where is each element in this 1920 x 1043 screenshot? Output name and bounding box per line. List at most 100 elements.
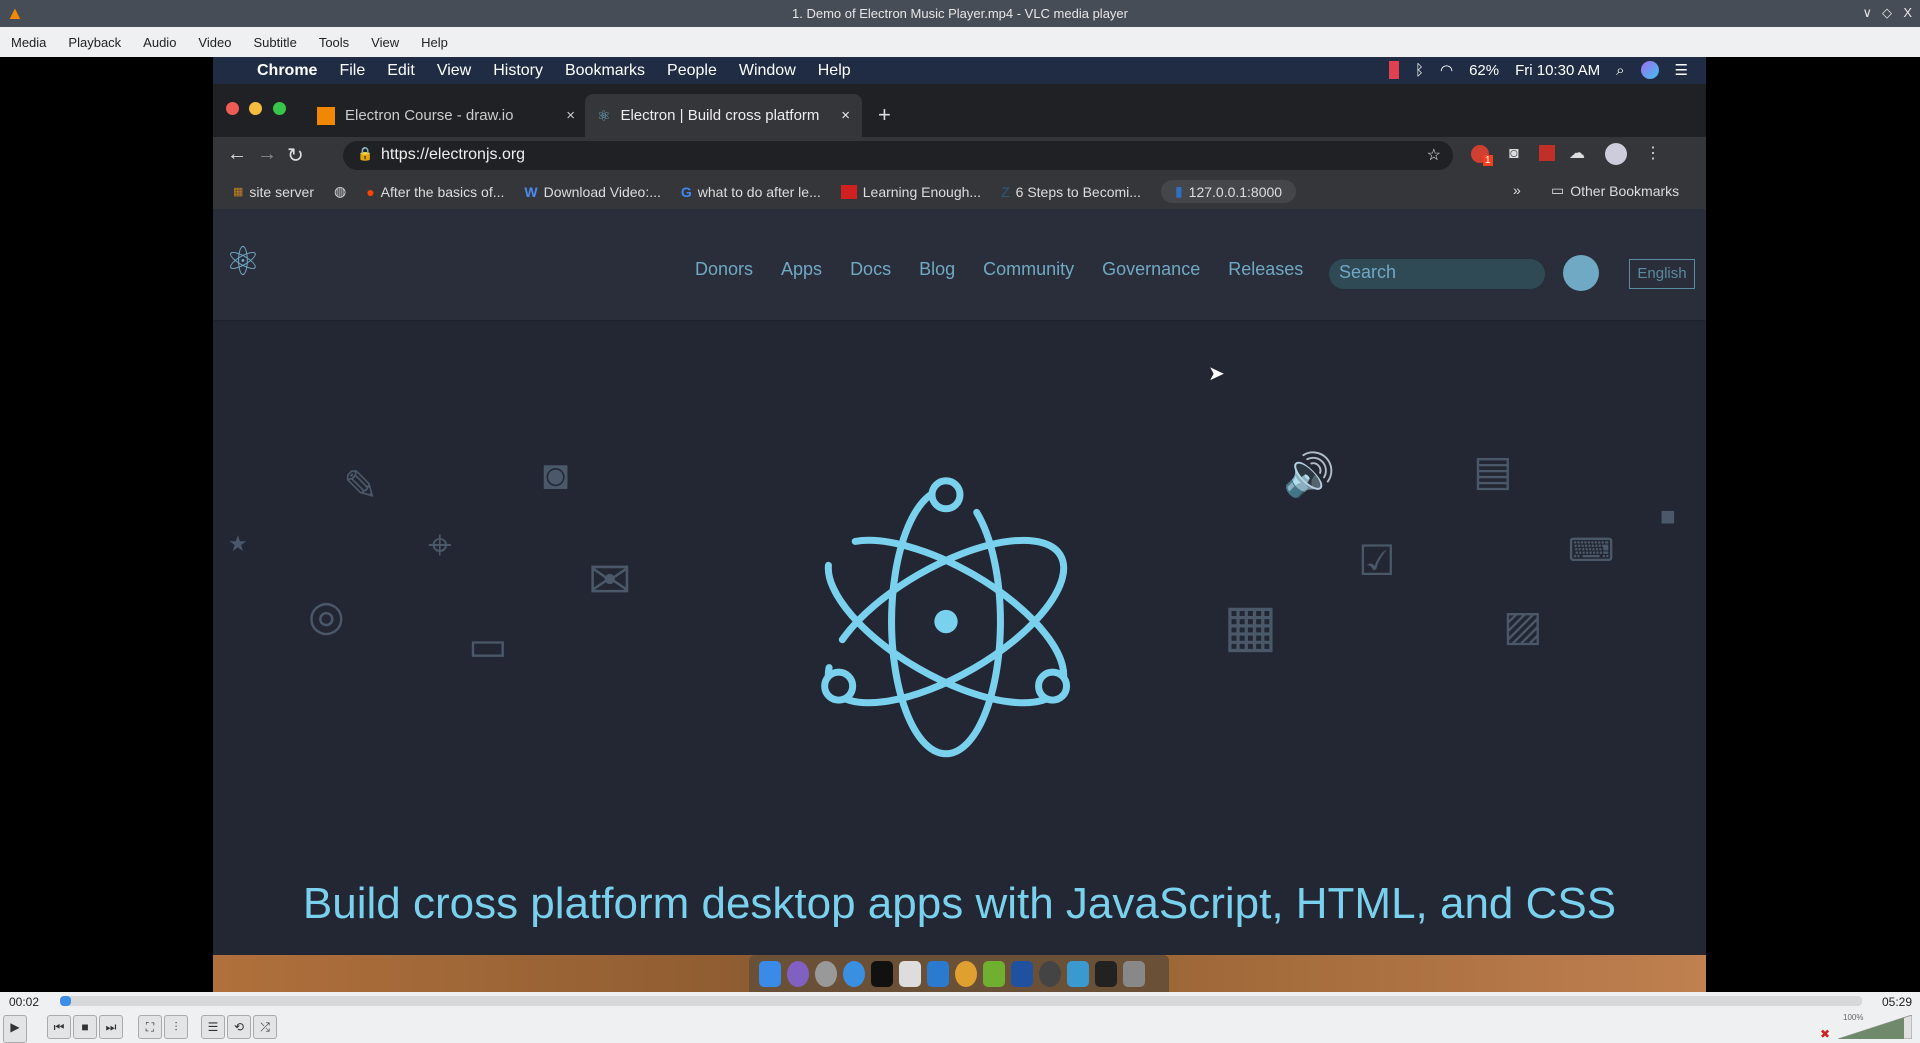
bookmark-label: Learning Enough... <box>862 183 982 200</box>
menu-video[interactable]: Video <box>187 35 242 50</box>
seek-bar[interactable] <box>60 996 1862 1006</box>
python-icon: ▮ <box>1174 183 1183 199</box>
terminal-icon <box>871 960 893 987</box>
globe-icon: ◍ <box>333 183 347 199</box>
w-icon: W <box>524 183 538 200</box>
cloud-extension-icon[interactable]: ☁ <box>1569 143 1585 163</box>
mac-menu-help: Help <box>817 61 851 79</box>
mac-menu-file: File <box>339 61 366 79</box>
window-title: 1. Demo of Electron Music Player.mp4 - V… <box>792 6 1128 21</box>
vscode-icon <box>927 960 949 987</box>
bookmark-star-icon[interactable]: ☆ <box>1427 145 1441 165</box>
playlist-button[interactable]: ☰ <box>201 1015 225 1039</box>
volume-slider[interactable] <box>1838 1015 1912 1039</box>
bookmark[interactable]: ◍ <box>334 183 346 200</box>
nav-blog[interactable]: Blog <box>919 259 955 280</box>
settings-icon <box>1039 960 1061 987</box>
bookmarks-bar: ▦ site server ◍ ● After the basics of... W… <box>213 174 1706 209</box>
menu-help[interactable]: Help <box>410 35 459 50</box>
camera-extension-icon[interactable]: ◙ <box>1509 145 1519 163</box>
minimize-button[interactable]: ∨ <box>1862 5 1872 21</box>
minimize-window-dot[interactable] <box>249 102 262 115</box>
menu-view[interactable]: View <box>360 35 410 50</box>
menu-media[interactable]: Media <box>0 35 57 50</box>
video-icon: ■ <box>1660 501 1676 531</box>
keyboard-icon: ⌨ <box>1568 532 1615 568</box>
seek-progress <box>60 996 71 1006</box>
previous-button[interactable]: ⏮ <box>47 1015 71 1039</box>
tab-drawio[interactable]: Electron Course - draw.io × <box>305 94 587 137</box>
tab-close-icon[interactable]: × <box>566 107 575 124</box>
bookmark-label: site server <box>249 183 314 200</box>
lock-icon: 🔒 <box>357 146 374 161</box>
fullscreen-button[interactable]: ⛶ <box>138 1015 162 1039</box>
siri-icon <box>1640 61 1659 79</box>
nav-community[interactable]: Community <box>983 259 1074 280</box>
mute-icon[interactable]: ✖ <box>1820 1027 1830 1041</box>
menu-subtitle[interactable]: Subtitle <box>242 35 307 50</box>
bookmark[interactable]: Gwhat to do after le... <box>681 184 821 200</box>
url-text: https://electronjs.org <box>381 146 526 163</box>
tab-electron[interactable]: ⚛ Electron | Build cross platform × <box>585 94 862 137</box>
bookmark[interactable]: ▮ 127.0.0.1:8000 <box>1160 180 1297 203</box>
nav-releases[interactable]: Releases <box>1228 259 1303 280</box>
back-icon[interactable]: ← <box>227 143 247 166</box>
play-button[interactable]: ▶ <box>3 1015 27 1043</box>
vlc-title-bar: ▲ 1. Demo of Electron Music Player.mp4 -… <box>0 0 1920 27</box>
address-bar[interactable]: 🔒 https://electronjs.org ☆ <box>343 141 1453 170</box>
shuffle-button[interactable]: ⤮ <box>253 1015 277 1039</box>
new-tab-button[interactable]: + <box>878 102 891 128</box>
language-select[interactable]: English <box>1629 259 1695 289</box>
star-icon: ★ <box>228 531 248 556</box>
w3-icon: ▦ <box>233 186 244 198</box>
podcast-icon: ◎ <box>308 592 345 639</box>
site-search-input[interactable]: Search <box>1329 259 1545 289</box>
menu-tools[interactable]: Tools <box>308 35 360 50</box>
stop-button[interactable]: ■ <box>73 1015 97 1039</box>
close-button[interactable]: X <box>1903 5 1912 20</box>
safari-icon <box>843 960 865 987</box>
zoom-window-dot[interactable] <box>273 102 286 115</box>
reddit-icon: ● <box>366 183 375 200</box>
github-icon[interactable] <box>1563 255 1599 291</box>
next-button[interactable]: ⏭ <box>99 1015 123 1039</box>
menu-audio[interactable]: Audio <box>132 35 187 50</box>
tab-close-icon[interactable]: × <box>841 107 850 124</box>
profile-avatar[interactable] <box>1605 143 1627 165</box>
other-bookmarks[interactable]: ▭ Other Bookmarks <box>1551 182 1679 199</box>
loop-button[interactable]: ⟲ <box>227 1015 251 1039</box>
mac-menu-chrome: Chrome <box>257 61 318 79</box>
bookmark-label: After the basics of... <box>380 183 505 200</box>
bookmark-label: 127.0.0.1:8000 <box>1188 183 1283 200</box>
chrome-toolbar: ← → ↻ 🔒 https://electronjs.org ☆ 1 ◙ ☁ ⋮ <box>213 137 1706 174</box>
bookmark[interactable]: Z 6 Steps to Becomi... <box>1001 184 1141 200</box>
bookmark-label: what to do after le... <box>697 183 821 200</box>
maximize-button[interactable]: ◇ <box>1882 5 1892 21</box>
chrome-menu-icon[interactable]: ⋮ <box>1645 143 1661 163</box>
bookmark[interactable]: W Download Video:... <box>524 184 660 200</box>
reload-icon[interactable]: ↻ <box>287 143 304 168</box>
menu-playback[interactable]: Playback <box>57 35 132 50</box>
bookmark[interactable]: ▦ site server <box>233 184 314 200</box>
extended-settings-button[interactable]: ⫶ <box>164 1015 188 1039</box>
z-icon: Z <box>1001 183 1010 200</box>
drawio-icon <box>317 106 335 125</box>
mac-menu-people: People <box>667 61 717 79</box>
total-time: 05:29 <box>1881 995 1912 1009</box>
video-frame[interactable]: Chrome File Edit View History Bookmarks … <box>213 57 1706 992</box>
close-window-dot[interactable] <box>226 102 239 115</box>
site-header: ⚛ Donors Apps Docs Blog Community Govern… <box>213 209 1706 321</box>
pdf-extension-icon[interactable] <box>1539 145 1555 161</box>
nav-donors[interactable]: Donors <box>695 259 753 280</box>
bookmark[interactable]: ● After the basics of... <box>366 184 504 200</box>
nav-governance[interactable]: Governance <box>1102 259 1200 280</box>
bookmark[interactable]: Learning Enough... <box>840 183 982 200</box>
more-bookmarks-icon[interactable]: » <box>1513 182 1521 198</box>
mouse-cursor-icon: ➤ <box>1208 363 1225 385</box>
nav-apps[interactable]: Apps <box>781 259 822 280</box>
mac-menu-history: History <box>493 61 543 79</box>
electron-logo-icon[interactable]: ⚛ <box>225 239 261 285</box>
nav-docs[interactable]: Docs <box>850 259 891 280</box>
calendar-icon: ▦ <box>1223 593 1278 658</box>
forward-icon[interactable]: → <box>257 143 277 166</box>
